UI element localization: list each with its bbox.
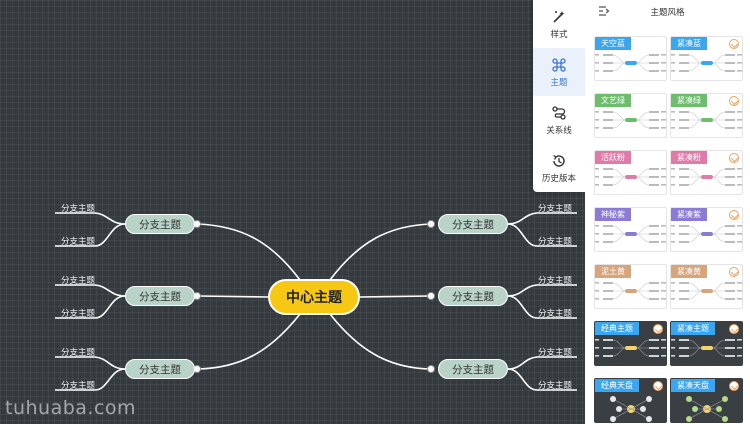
theme-card-label: 泥土黄 bbox=[595, 265, 631, 278]
leaf-topic[interactable]: 分支主题 bbox=[538, 274, 572, 286]
premium-badge-icon bbox=[653, 381, 663, 391]
branch-topic[interactable]: 分支主题 bbox=[125, 359, 195, 379]
history-icon bbox=[553, 154, 565, 167]
tool-label: 历史版本 bbox=[541, 173, 576, 184]
leaf-topic[interactable]: 分支主题 bbox=[61, 202, 95, 214]
theme-card[interactable]: 天空蓝 bbox=[594, 36, 667, 81]
leaf-topic[interactable]: 分支主题 bbox=[538, 307, 572, 319]
tool-theme[interactable]: 主题 bbox=[533, 48, 585, 96]
theme-card[interactable]: 紧凑天盘 bbox=[670, 378, 743, 423]
theme-card-label: 活跃粉 bbox=[595, 151, 631, 164]
side-toolbar: 样式 主题 关系线 历史版本 bbox=[533, 0, 585, 192]
theme-card-label: 紧凑粉 bbox=[671, 151, 707, 164]
theme-card-label: 紧凑黄 bbox=[671, 265, 707, 278]
panel-header: 主题风格 bbox=[585, 0, 750, 24]
theme-card[interactable]: 经典天盘 bbox=[594, 378, 667, 423]
central-topic[interactable]: 中心主题 bbox=[268, 279, 360, 315]
collapse-panel-icon[interactable] bbox=[598, 6, 610, 16]
theme-card-label: 紧凑绿 bbox=[671, 94, 707, 107]
theme-card-label: 紧凑蓝 bbox=[671, 37, 707, 50]
theme-card-label: 紧凑天盘 bbox=[671, 379, 715, 392]
theme-panel: 主题风格 天空蓝 紧凑蓝 文艺绿 紧凑绿 活跃粉 紧凑粉 神秘紫 紧凑紫 泥土黄 紧凑黄 经典主题紧… bbox=[585, 0, 750, 424]
theme-card-label: 紧凑主题 bbox=[671, 322, 715, 335]
theme-card-label: 文艺绿 bbox=[595, 94, 631, 107]
tool-label: 样式 bbox=[550, 29, 568, 40]
leaf-topic[interactable]: 分支主题 bbox=[538, 202, 572, 214]
branch-topic[interactable]: 分支主题 bbox=[438, 286, 508, 306]
tool-relation-line[interactable]: 关系线 bbox=[533, 96, 585, 144]
theme-card-label: 紧凑紫 bbox=[671, 208, 707, 221]
premium-badge-icon bbox=[653, 324, 663, 334]
leaf-topic[interactable]: 分支主题 bbox=[61, 346, 95, 358]
leaf-topic[interactable]: 分支主题 bbox=[61, 307, 95, 319]
theme-card[interactable]: 紧凑主题 bbox=[670, 321, 743, 366]
leaf-topic[interactable]: 分支主题 bbox=[538, 379, 572, 391]
premium-badge-icon bbox=[729, 381, 739, 391]
premium-badge-icon bbox=[729, 153, 739, 163]
premium-badge-icon bbox=[729, 324, 739, 334]
theme-card[interactable]: 经典主题 bbox=[594, 321, 667, 366]
branch-topic[interactable]: 分支主题 bbox=[438, 214, 508, 234]
premium-badge-icon bbox=[729, 210, 739, 220]
premium-badge-icon bbox=[729, 267, 739, 277]
tool-history[interactable]: 历史版本 bbox=[533, 144, 585, 192]
panel-title: 主题风格 bbox=[650, 8, 685, 18]
theme-card[interactable]: 紧凑黄 bbox=[670, 264, 743, 309]
branch-topic[interactable]: 分支主题 bbox=[125, 286, 195, 306]
leaf-topic[interactable]: 分支主题 bbox=[61, 274, 95, 286]
theme-card[interactable]: 紧凑蓝 bbox=[670, 36, 743, 81]
watermark: tuhuaba.com bbox=[5, 397, 137, 419]
tool-style[interactable]: 样式 bbox=[533, 0, 585, 48]
leaf-topic[interactable]: 分支主题 bbox=[538, 346, 572, 358]
premium-badge-icon bbox=[729, 96, 739, 106]
theme-card[interactable]: 紧凑粉 bbox=[670, 150, 743, 195]
leaf-topic[interactable]: 分支主题 bbox=[61, 235, 95, 247]
theme-card-label: 经典天盘 bbox=[595, 379, 639, 392]
tool-label: 主题 bbox=[550, 77, 568, 88]
theme-card-label: 神秘紫 bbox=[595, 208, 631, 221]
theme-card[interactable]: 活跃粉 bbox=[594, 150, 667, 195]
mindmap-canvas[interactable]: 中心主题 分支主题 分支主题 分支主题 分支主题 分支主题 分支主题 分支主题 … bbox=[0, 0, 584, 424]
leaf-topic[interactable]: 分支主题 bbox=[61, 379, 95, 391]
branch-topic[interactable]: 分支主题 bbox=[125, 214, 195, 234]
leaf-topic[interactable]: 分支主题 bbox=[538, 235, 572, 247]
theme-card-label: 经典主题 bbox=[595, 322, 639, 335]
premium-badge-icon bbox=[729, 39, 739, 49]
theme-card[interactable]: 神秘紫 bbox=[594, 207, 667, 252]
theme-card-label: 天空蓝 bbox=[595, 37, 631, 50]
relation-line-icon bbox=[552, 105, 566, 120]
theme-card[interactable]: 紧凑紫 bbox=[670, 207, 743, 252]
command-icon bbox=[552, 57, 566, 72]
branch-topic[interactable]: 分支主题 bbox=[438, 359, 508, 379]
theme-card[interactable]: 文艺绿 bbox=[594, 93, 667, 138]
theme-card[interactable]: 紧凑绿 bbox=[670, 93, 743, 138]
magic-wand-icon bbox=[553, 10, 565, 23]
theme-card[interactable]: 泥土黄 bbox=[594, 264, 667, 309]
tool-label: 关系线 bbox=[546, 125, 572, 136]
